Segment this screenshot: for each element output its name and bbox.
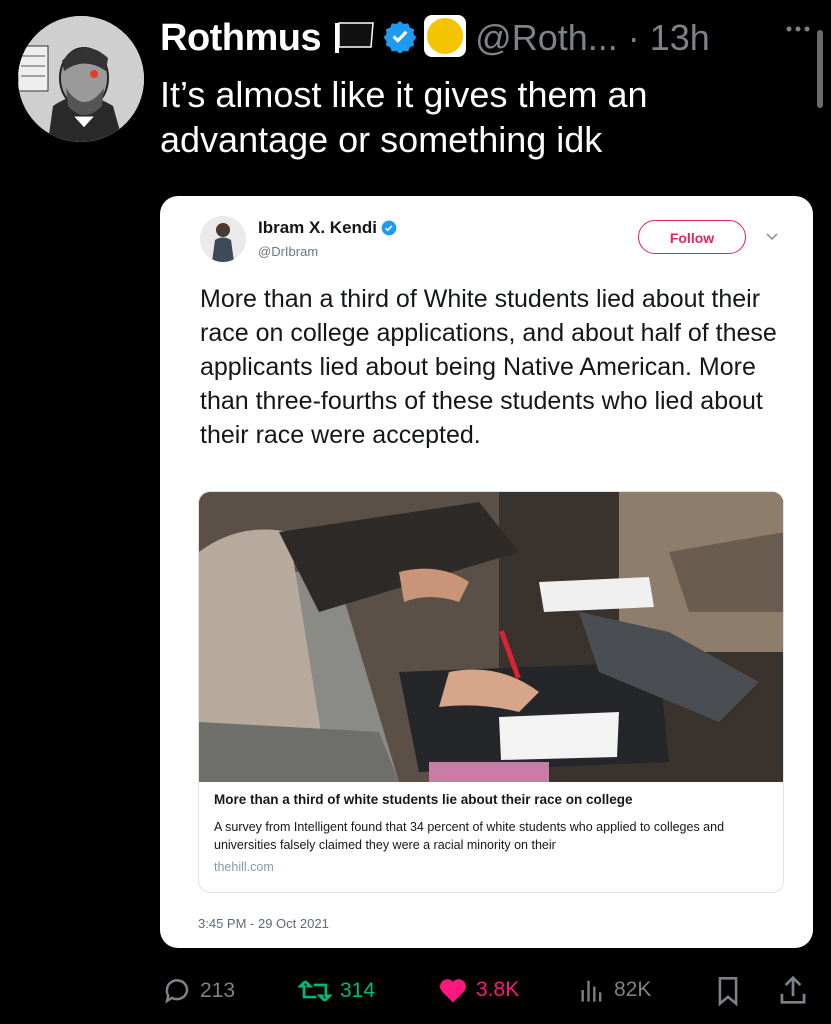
reply-button[interactable]: 213 — [162, 976, 235, 1006]
bookmark-button[interactable] — [716, 976, 748, 1006]
reply-count: 213 — [200, 979, 236, 1002]
heart-icon — [440, 979, 466, 1003]
retweet-icon — [298, 980, 332, 1002]
like-button[interactable]: 3.8K — [438, 976, 519, 1004]
flag-icon — [333, 19, 375, 58]
classroom-photo — [199, 492, 783, 782]
follow-button: Follow — [638, 220, 746, 254]
avatar-illustration — [18, 16, 144, 142]
quoted-avatar — [200, 216, 246, 262]
action-bar: 213 314 3.8K 82K — [0, 962, 831, 1016]
quoted-name: Ibram X. Kendi — [258, 218, 378, 237]
more-options-icon[interactable] — [785, 20, 811, 38]
yellow-circle-emoji-icon — [423, 14, 467, 63]
quoted-verified-icon — [381, 220, 397, 236]
scrollbar-thumb[interactable] — [817, 30, 823, 108]
link-description: A survey from Intelligent found that 34 … — [214, 820, 725, 852]
quoted-timestamp: 3:45 PM - 29 Oct 2021 — [198, 916, 329, 931]
link-domain: thehill.com — [214, 860, 274, 874]
quoted-name-row: Ibram X. Kendi — [258, 218, 397, 238]
avatar[interactable] — [18, 16, 144, 142]
display-name[interactable]: Rothmus — [160, 17, 322, 60]
views-chart-icon — [581, 980, 602, 1002]
link-title: More than a third of white students lie … — [214, 792, 633, 807]
chevron-down-icon — [765, 229, 779, 247]
tweet-header: Rothmus @Roth... · 13h — [160, 14, 811, 62]
tweet-text: It’s almost like it gives them an advant… — [160, 74, 648, 160]
quoted-handle: @DrIbram — [258, 244, 319, 259]
handle-and-time[interactable]: @Roth... · 13h — [475, 17, 710, 59]
link-preview-card: More than a third of white students lie … — [198, 491, 784, 893]
views-button[interactable]: 82K — [578, 976, 651, 1004]
retweet-button[interactable]: 314 — [298, 976, 375, 1006]
reply-icon — [165, 979, 189, 1004]
embedded-tweet-image[interactable]: Ibram X. Kendi @DrIbram Follow More than… — [160, 196, 813, 948]
share-icon — [780, 975, 806, 1004]
like-count: 3.8K — [476, 978, 520, 1001]
verified-badge-icon[interactable] — [383, 19, 417, 58]
retweet-count: 314 — [340, 979, 376, 1002]
view-count: 82K — [614, 978, 652, 1001]
share-button[interactable] — [778, 974, 816, 1006]
quoted-text: More than a third of White students lied… — [200, 285, 777, 449]
bookmark-icon — [718, 977, 738, 1006]
